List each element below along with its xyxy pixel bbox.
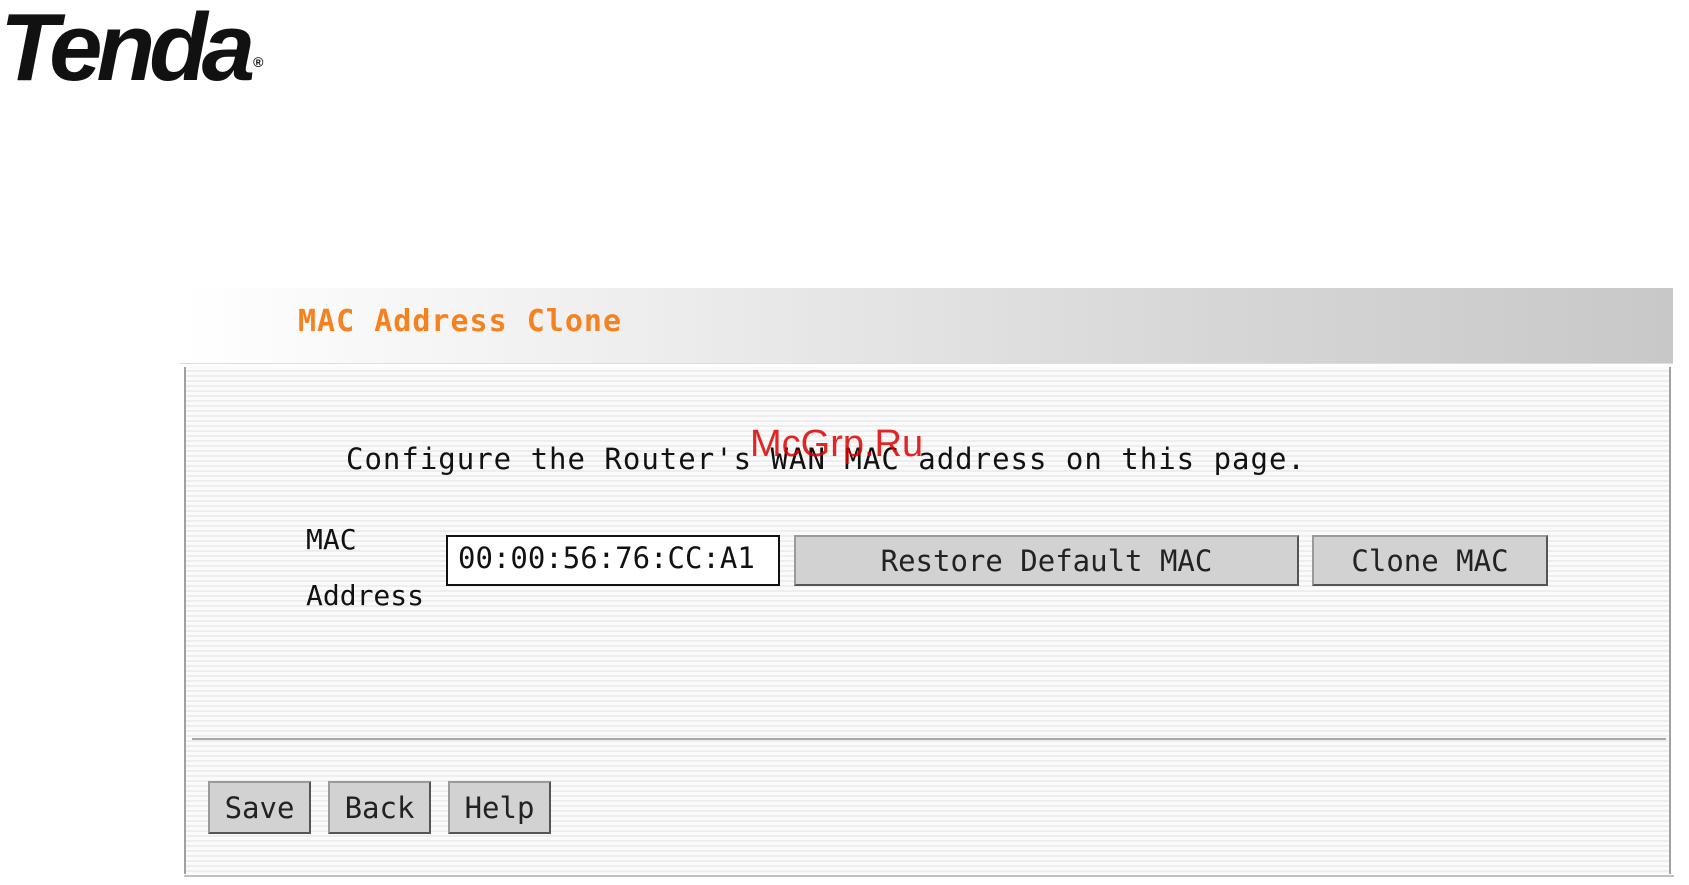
save-button[interactable]: Save [208,781,311,834]
help-button[interactable]: Help [448,781,551,834]
registered-mark: ® [253,54,264,70]
mac-label-line2: Address [306,579,425,612]
mac-address-label: MAC Address [306,512,424,624]
back-button[interactable]: Back [328,781,431,834]
tenda-logo: Tenda ® [0,0,263,96]
logo-text: Tenda [0,0,255,101]
restore-default-mac-button[interactable]: Restore Default MAC [794,535,1299,586]
panel-bottom-border [184,875,1674,877]
watermark: McGrp.Ru [750,423,924,465]
section-divider [192,738,1666,740]
page-title: MAC Address Clone [298,304,623,339]
mac-address-input[interactable]: 00:00:56:76:CC:A1 [446,535,780,586]
panel-header: MAC Address Clone [180,288,1673,364]
clone-mac-button[interactable]: Clone MAC [1312,535,1548,586]
mac-label-line1: MAC [306,523,357,556]
